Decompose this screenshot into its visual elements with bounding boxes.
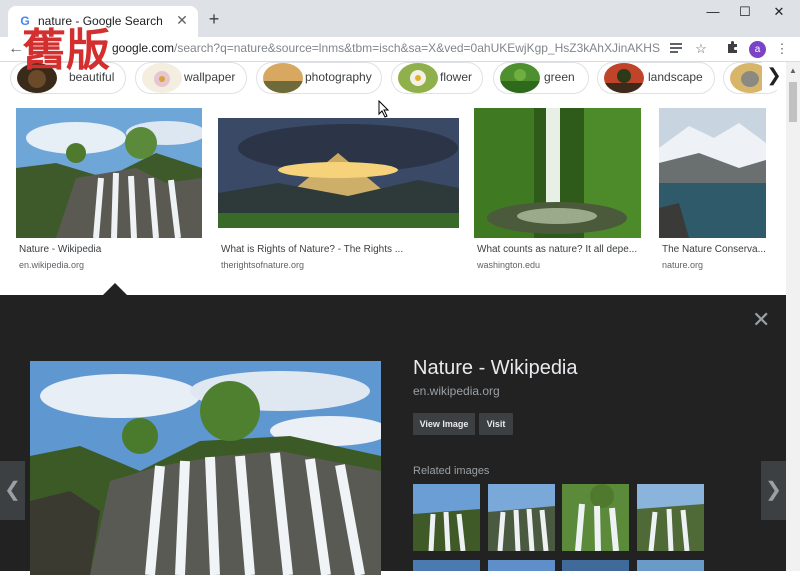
- url-path: /search?q=nature&source=lnms&tbm=isch&sa…: [174, 41, 660, 55]
- chip-label: landscape: [648, 70, 703, 84]
- url-host: google.com: [112, 41, 175, 55]
- result-title[interactable]: What is Rights of Nature? - The Rights .…: [221, 244, 403, 255]
- mouse-cursor-icon: [378, 100, 390, 118]
- profile-avatar[interactable]: a: [749, 41, 766, 58]
- address-bar[interactable]: google.com/search?q=nature&source=lnms&t…: [112, 41, 660, 55]
- scrollbar[interactable]: ▲: [786, 62, 800, 571]
- close-icon[interactable]: ✕: [752, 307, 770, 333]
- related-image[interactable]: [562, 484, 629, 551]
- maximize-button[interactable]: ☐: [730, 2, 760, 24]
- related-image[interactable]: [413, 559, 480, 571]
- prev-arrow-icon[interactable]: ❮: [0, 461, 25, 520]
- chips-next-arrow-icon[interactable]: ❯: [762, 62, 786, 90]
- chip-thumb: [604, 63, 644, 93]
- new-tab-button[interactable]: +: [204, 9, 224, 30]
- result-source: therightsofnature.org: [221, 260, 305, 270]
- chip-thumb: [263, 63, 303, 93]
- related-image[interactable]: [488, 559, 555, 571]
- related-image[interactable]: [637, 559, 704, 571]
- browser-chrome: G nature - Google Search ✕ + — ☐ ✕ ← goo…: [0, 0, 800, 62]
- chip-photography[interactable]: photography: [256, 62, 382, 94]
- extensions-puzzle-icon[interactable]: [723, 40, 741, 58]
- related-image[interactable]: [488, 484, 555, 551]
- result-title[interactable]: What counts as nature? It all depe...: [477, 244, 637, 255]
- result-image[interactable]: [659, 108, 766, 238]
- toolbar: ← google.com/search?q=nature&source=lnms…: [0, 37, 800, 62]
- result-image[interactable]: [16, 108, 202, 238]
- related-images-label: Related images: [413, 465, 490, 477]
- preview-panel: ✕ Nature - Wikipedia en.wikipedia.org Vi…: [0, 295, 786, 575]
- scroll-up-icon[interactable]: ▲: [789, 66, 797, 75]
- result-source: en.wikipedia.org: [19, 260, 85, 270]
- chip-label: green: [544, 70, 575, 84]
- result-image[interactable]: [474, 108, 641, 238]
- chip-thumb: [142, 63, 182, 93]
- visit-button[interactable]: Visit: [479, 413, 513, 435]
- star-bookmark-icon[interactable]: ☆: [692, 40, 710, 58]
- search-page: beautiful wallpaper photography flower g…: [0, 62, 800, 575]
- tab-close-icon[interactable]: ✕: [174, 12, 190, 29]
- chip-thumb: [500, 63, 540, 93]
- menu-kebab-icon[interactable]: ⋮: [773, 40, 791, 58]
- preview-image[interactable]: [30, 361, 381, 575]
- result-image[interactable]: [218, 108, 459, 238]
- chip-flower[interactable]: flower: [391, 62, 483, 94]
- chip-label: wallpaper: [184, 70, 236, 84]
- minimize-button[interactable]: —: [698, 2, 728, 24]
- result-source: nature.org: [662, 260, 704, 270]
- result-title[interactable]: The Nature Conserva...: [662, 244, 766, 255]
- scroll-thumb[interactable]: [789, 82, 797, 122]
- chip-thumb: [398, 63, 438, 93]
- related-image[interactable]: [637, 484, 704, 551]
- watermark-stamp: 舊版: [22, 25, 110, 76]
- chip-green[interactable]: green: [493, 62, 589, 94]
- chip-wallpaper[interactable]: wallpaper: [135, 62, 247, 94]
- chip-landscape[interactable]: landscape: [597, 62, 715, 94]
- chip-label: flower: [440, 70, 473, 84]
- image-results: Nature - Wikipedia en.wikipedia.org What…: [0, 108, 786, 293]
- panel-pointer: [103, 283, 127, 295]
- related-image[interactable]: [413, 484, 480, 551]
- next-arrow-icon[interactable]: ❯: [761, 461, 786, 520]
- preview-source[interactable]: en.wikipedia.org: [413, 384, 500, 398]
- view-image-button[interactable]: View Image: [413, 413, 475, 435]
- chip-label: photography: [305, 70, 372, 84]
- preview-title[interactable]: Nature - Wikipedia: [413, 357, 578, 380]
- close-window-button[interactable]: ✕: [764, 2, 794, 24]
- result-title[interactable]: Nature - Wikipedia: [19, 244, 101, 255]
- reading-list-icon[interactable]: [667, 40, 685, 58]
- tab-bar: G nature - Google Search ✕ + — ☐ ✕: [0, 0, 800, 37]
- result-source: washington.edu: [477, 260, 541, 270]
- related-chips-row: beautiful wallpaper photography flower g…: [0, 62, 786, 98]
- related-image[interactable]: [562, 559, 629, 571]
